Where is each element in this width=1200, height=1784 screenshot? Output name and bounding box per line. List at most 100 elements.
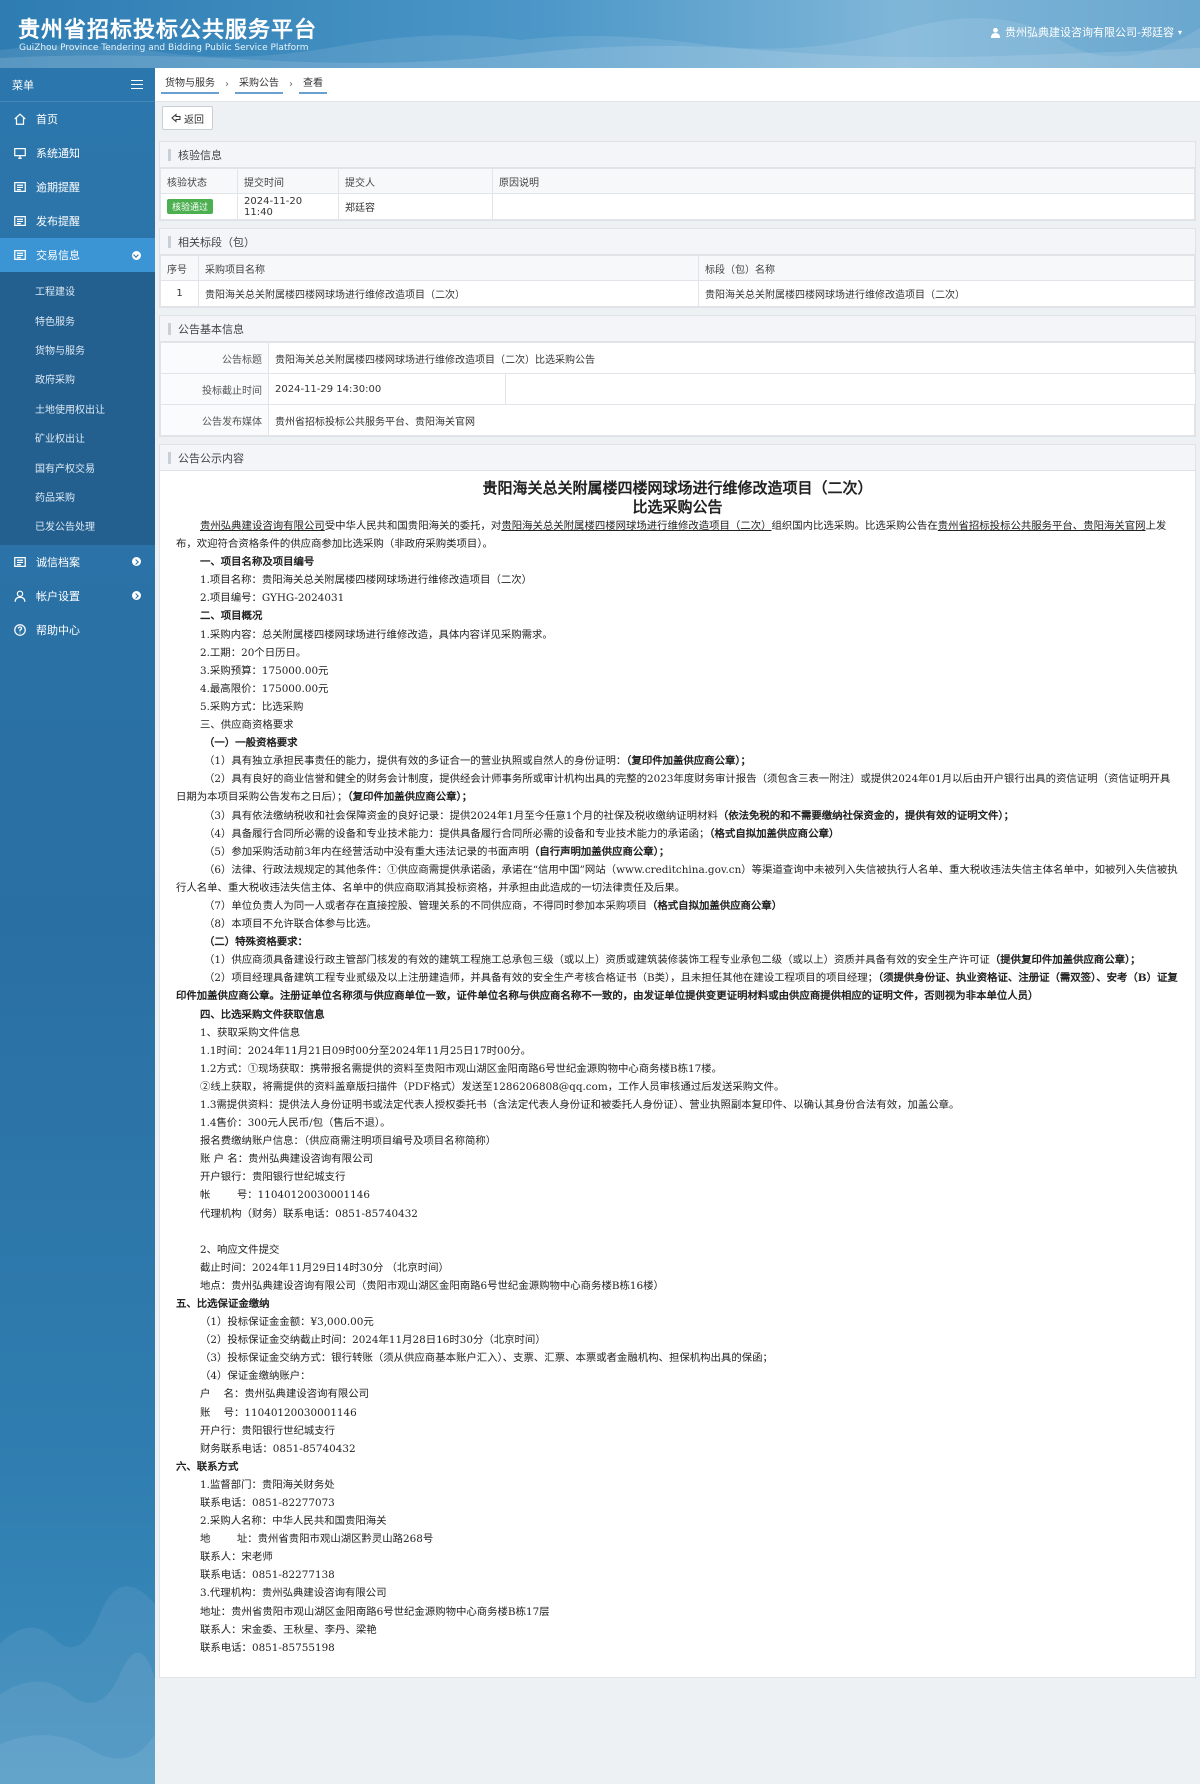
doc-heading: 四、比选采购文件获取信息 xyxy=(200,1008,325,1021)
doc-line: （7）单位负责人为同一人或者存在直接控股、管理关系的不同供应商，不得同时参加本采… xyxy=(176,897,1179,915)
doc-line: ②线上获取，将需提供的资料盖章版扫描件（PDF格式）发送至1286206808@… xyxy=(200,1080,785,1093)
panel-title-text: 公告基本信息 xyxy=(178,322,244,336)
panel-title-text: 相关标段（包） xyxy=(178,235,255,249)
sidebar-item-label: 帐户设置 xyxy=(36,589,80,603)
doc-line: 2.采购人名称：中华人民共和国贵阳海关 xyxy=(200,1515,387,1528)
sidebar-item-trade[interactable]: 交易信息 xyxy=(0,238,155,272)
submitter: 郑廷容 xyxy=(338,193,493,220)
sidebar-subitem[interactable]: 特色服务 xyxy=(0,305,155,334)
breadcrumb-item[interactable]: 采购公告 xyxy=(235,76,283,94)
sidebar-subitem[interactable]: 已发公告处理 xyxy=(0,511,155,540)
doc-line: 1、获取采购文件信息 xyxy=(200,1026,301,1039)
doc-line: 联系电话：0851-85755198 xyxy=(200,1641,335,1654)
doc-line: 2、响应文件提交 xyxy=(200,1243,280,1256)
doc-line: 帐 号：11040120030001146 xyxy=(200,1189,370,1202)
doc-line: （2）投标保证金交纳截止时间：2024年11月28日16时30分（北京时间） xyxy=(200,1334,546,1347)
chevron-right-icon xyxy=(132,591,141,601)
chevron-right-icon xyxy=(132,557,141,567)
doc-line: （1）投标保证金金额：¥3,000.00元 xyxy=(200,1316,374,1329)
panel-title: 核验信息 xyxy=(160,142,1195,168)
sidebar-item-overdue[interactable]: 逾期提醒 xyxy=(0,170,155,204)
info-row: 公告发布媒体 贵州省招标投标公共服务平台、贵阳海关官网 xyxy=(160,404,1195,436)
doc-line: （2）项目经理具备建筑工程专业贰级及以上注册建造师，并具备有效的安全生产考核合格… xyxy=(176,969,1179,1005)
user-menu[interactable]: 贵州弘典建设咨询有限公司-郑廷容 ▾ xyxy=(990,24,1182,40)
doc-heading: 五、比选保证金缴纳 xyxy=(176,1297,270,1310)
chevron-down-icon xyxy=(132,250,141,260)
panel-title-text: 公告公示内容 xyxy=(178,451,244,465)
doc-line: 2.工期：20个日历日。 xyxy=(200,646,307,659)
doc-line: （4）具备履行合同所必需的设备和专业技术能力：提供具备履行合同所必需的设备和专业… xyxy=(176,825,1179,843)
back-label: 返回 xyxy=(184,114,204,126)
verify-panel: 核验信息 核验状态 提交时间 提交人 原因说明 核验通过 2024-11-20 … xyxy=(159,141,1196,221)
site-title: 贵州省招标投标公共服务平台 xyxy=(18,18,318,43)
sidebar-submenu: 工程建设 特色服务 货物与服务 政府采购 土地使用权出让 矿业权出让 国有产权交… xyxy=(0,272,155,545)
sidebar-subitem[interactable]: 政府采购 xyxy=(0,364,155,393)
sidebar-item-help[interactable]: 帮助中心 xyxy=(0,613,155,647)
breadcrumb-item[interactable]: 货物与服务 xyxy=(161,76,219,94)
project-name: 贵阳海关总关附属楼四楼网球场进行维修改造项目（二次） xyxy=(198,280,699,307)
column-header: 原因说明 xyxy=(492,168,1195,194)
back-button[interactable]: 返回 xyxy=(162,106,213,130)
doc-line: 截止时间：2024年11月29日14时30分 （北京时间） xyxy=(200,1261,449,1274)
doc-line: （6）法律、行政法规规定的其他条件：①供应商需提供承诺函，承诺在“信用中国”网站… xyxy=(176,863,1178,894)
top-header: 贵州省招标投标公共服务平台 GuiZhou Province Tendering… xyxy=(0,0,1200,68)
sidebar-item-publish[interactable]: 发布提醒 xyxy=(0,204,155,238)
field-label: 公告发布媒体 xyxy=(160,404,269,436)
table-header-row: 序号 采购项目名称 标段（包）名称 xyxy=(160,255,1195,281)
column-header: 核验状态 xyxy=(160,168,238,194)
sidebar-subitem[interactable]: 土地使用权出让 xyxy=(0,394,155,423)
doc-line: 代理机构（财务）联系电话：0851-85740432 xyxy=(200,1207,418,1220)
mountain-decoration xyxy=(0,1586,155,1784)
sidebar-header: 菜单 xyxy=(0,68,155,102)
sidebar-item-label: 发布提醒 xyxy=(36,215,80,228)
doc-line: 3.采购预算：175000.00元 xyxy=(200,664,329,677)
list-icon xyxy=(12,554,28,570)
doc-line: 地点：贵州弘典建设咨询有限公司（贵阳市观山湖区金阳南路6号世纪金源购物中心商务楼… xyxy=(200,1279,664,1292)
sidebar-subitem[interactable]: 国有产权交易 xyxy=(0,452,155,481)
sidebar-item-credit[interactable]: 诚信档案 xyxy=(0,545,155,579)
sidebar-subitem[interactable]: 货物与服务 xyxy=(0,335,155,364)
doc-emphasis: （复印件加盖供应商公章）； xyxy=(626,755,751,768)
sidebar-item-home[interactable]: 首页 xyxy=(0,102,155,136)
doc-text: （2）具有良好的商业信誉和健全的财务会计制度，提供经会计师事务所或审计机构出具的… xyxy=(176,773,1171,804)
doc-line: 账 户 名：贵州弘典建设咨询有限公司 xyxy=(200,1153,373,1166)
doc-emphasis: （自行声明加盖供应商公章）； xyxy=(528,845,670,858)
doc-line: 联系电话：0851-82277073 xyxy=(200,1496,335,1509)
doc-emphasis: （提供复印件加盖供应商公章）； xyxy=(989,954,1141,967)
toolbar: 返回 xyxy=(155,102,1200,134)
doc-subtitle: 比选采购公告 xyxy=(632,498,723,516)
doc-line: （3）投标保证金交纳方式：银行转账（须从供应商基本账户汇入）、支票、汇票、本票或… xyxy=(200,1352,773,1365)
doc-emphasis: （格式自拟加盖供应商公章） xyxy=(709,827,840,840)
sidebar-item-label: 交易信息 xyxy=(36,249,80,262)
doc-line: （1）具有独立承担民事责任的能力，提供有效的多证合一的营业执照或自然人的身份证明… xyxy=(176,752,1179,770)
basic-info-panel: 公告基本信息 公告标题 贵阳海关总关附属楼四楼网球场进行维修改造项目（二次）比选… xyxy=(159,315,1196,437)
doc-line: 2.项目编号：GYHG-2024031 xyxy=(200,592,345,605)
sidebar: 菜单 首页 系统通知 逾期提醒 发布提醒 交易信息 工程建设 特色服务 货物与服… xyxy=(0,68,155,1784)
doc-line: 开户银行：贵阳银行世纪城支行 xyxy=(200,1171,346,1184)
doc-line: （1）供应商须具备建设行政主管部门核发的有效的建筑工程施工总承包三级（或以上）资… xyxy=(176,951,1179,969)
doc-line: 地 址：贵州省贵阳市观山湖区黔灵山路268号 xyxy=(200,1533,434,1546)
sidebar-item-account[interactable]: 帐户设置 xyxy=(0,579,155,613)
doc-line: 1.监督部门：贵阳海关财务处 xyxy=(200,1478,335,1491)
verify-table: 核验状态 提交时间 提交人 原因说明 核验通过 2024-11-20 11:40… xyxy=(160,168,1195,220)
home-icon xyxy=(12,111,28,127)
sidebar-item-notices[interactable]: 系统通知 xyxy=(0,136,155,170)
doc-text: （2）项目经理具备建筑工程专业贰级及以上注册建造师，并具备有效的安全生产考核合格… xyxy=(204,972,879,985)
column-header: 标段（包）名称 xyxy=(698,255,1195,281)
doc-line: （4）保证金缴纳账户： xyxy=(200,1370,311,1383)
sidebar-subitem[interactable]: 工程建设 xyxy=(0,276,155,305)
doc-text: （1）供应商须具备建设行政主管部门核发的有效的建筑工程施工总承包三级（或以上）资… xyxy=(204,954,990,967)
doc-line: 财务联系电话：0851-85740432 xyxy=(200,1442,356,1455)
doc-line: 户 名：贵州弘典建设咨询有限公司 xyxy=(200,1388,370,1401)
doc-subheading: （二）特殊资格要求： xyxy=(204,936,308,949)
doc-heading: 二、项目概况 xyxy=(200,610,263,623)
breadcrumb-item[interactable]: 查看 xyxy=(299,76,327,94)
section-name: 贵阳海关总关附属楼四楼网球场进行维修改造项目（二次） xyxy=(698,280,1195,307)
doc-line: 报名费缴纳账户信息：（供应商需注明项目编号及项目名称简称） xyxy=(200,1135,497,1148)
sidebar-subitem[interactable]: 矿业权出让 xyxy=(0,423,155,452)
doc-line: 开户行：贵阳银行世纪城支行 xyxy=(200,1424,336,1437)
panel-title: 公告基本信息 xyxy=(160,316,1195,342)
intro-text: 组织国内比选采购。比选采购公告在 xyxy=(771,520,938,532)
sidebar-subitem[interactable]: 药品采购 xyxy=(0,482,155,511)
hamburger-icon[interactable] xyxy=(131,79,143,90)
